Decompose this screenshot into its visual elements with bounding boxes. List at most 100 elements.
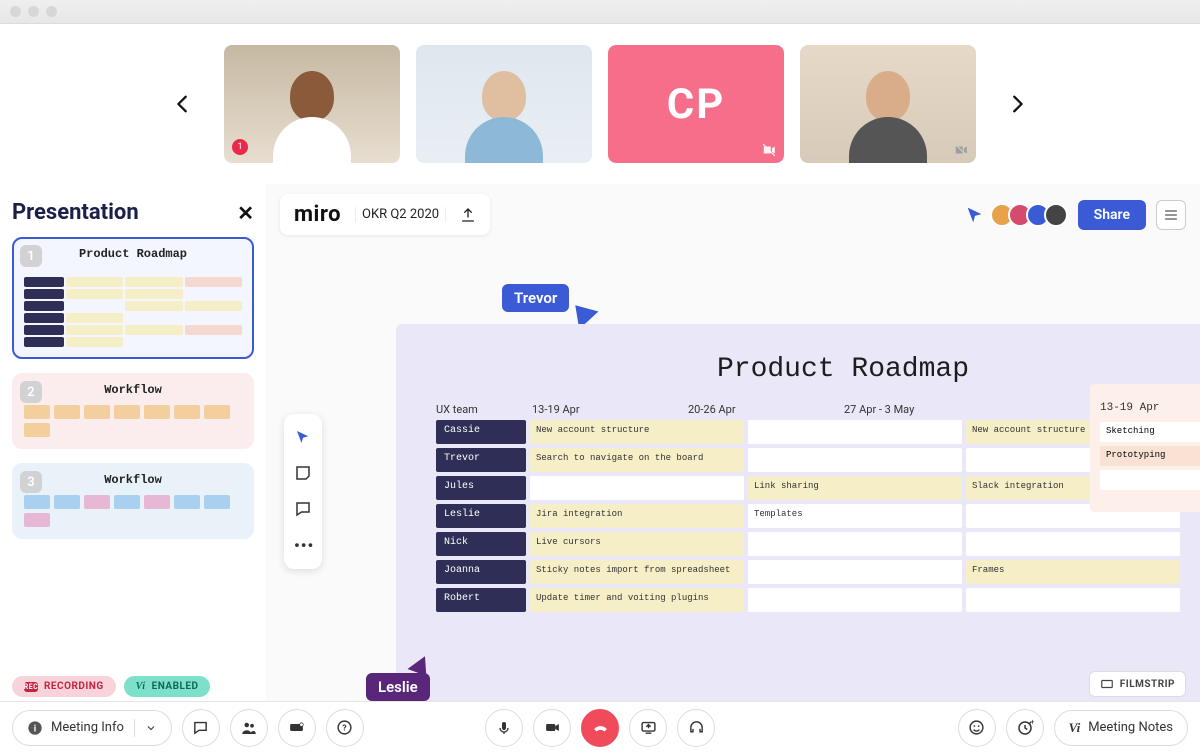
video-tile-4[interactable]	[800, 45, 976, 163]
roadmap-cell[interactable]	[530, 476, 744, 500]
video-next-button[interactable]	[992, 44, 1042, 164]
screenshare-button[interactable]	[629, 709, 667, 747]
more-tool[interactable]: •••	[294, 536, 312, 555]
camera-button[interactable]	[533, 709, 571, 747]
slide-thumbnails: 1 Product Roadmap 2 Workflow 3	[12, 237, 254, 701]
roadmap-cell[interactable]	[748, 420, 962, 444]
participants-button[interactable]	[230, 709, 268, 747]
meeting-notes-button[interactable]: Vi Meeting Notes	[1054, 710, 1188, 746]
video-prev-button[interactable]	[158, 44, 208, 164]
roadmap-cell[interactable]	[748, 532, 962, 556]
board-name-button[interactable]: OKR Q2 2020	[355, 207, 446, 222]
select-tool[interactable]	[294, 428, 312, 446]
vi-logo: Vi	[136, 681, 146, 692]
roadmap-cell[interactable]: Update timer and voiting plugins	[530, 588, 744, 612]
sidebar-title: Presentation	[12, 200, 139, 225]
side-frame-row	[1100, 470, 1200, 490]
member-name: Leslie	[436, 504, 526, 528]
side-frame-header: 13-19 Apr	[1100, 402, 1200, 414]
avatar	[1044, 203, 1068, 227]
headphones-button[interactable]	[677, 709, 715, 747]
traffic-light-close[interactable]	[10, 6, 21, 17]
recording-label: RECORDING	[44, 681, 104, 692]
meeting-notes-label: Meeting Notes	[1088, 720, 1173, 735]
cursor-follow-icon[interactable]	[964, 204, 986, 226]
slide-thumb-1[interactable]: 1 Product Roadmap	[12, 237, 254, 359]
slide-thumb-3[interactable]: 3 Workflow	[12, 463, 254, 539]
filmstrip-button[interactable]: FILMSTRIP	[1089, 671, 1186, 697]
roadmap-cell[interactable]: Frames	[966, 560, 1180, 584]
recording-badge[interactable]: REC RECORDING	[12, 676, 116, 697]
window-titlebar	[0, 0, 1200, 24]
user-cursor-leslie: Leslie	[366, 673, 430, 701]
member-name: Robert	[436, 588, 526, 612]
video-tile-2[interactable]	[416, 45, 592, 163]
reactions-button[interactable]	[958, 709, 996, 747]
roadmap-cell[interactable]: Jira integration	[530, 504, 744, 528]
roadmap-row: NickLive cursors	[436, 532, 1180, 556]
video-tile-placeholder[interactable]: CP	[608, 45, 784, 163]
apps-button[interactable]: +	[1006, 709, 1044, 747]
chat-button[interactable]	[182, 709, 220, 747]
vi-logo: Vi	[1069, 720, 1081, 736]
tile-badge: 1	[232, 139, 248, 155]
comment-tool[interactable]	[294, 500, 312, 518]
roadmap-cell[interactable]	[966, 532, 1180, 556]
roadmap-row: JoannaSticky notes import from spreadshe…	[436, 560, 1180, 584]
col-header: 27 Apr - 3 May	[844, 403, 994, 416]
rec-icon: REC	[24, 682, 38, 692]
side-frame-row: Sketching	[1100, 422, 1200, 442]
user-cursor-trevor: Trevor	[502, 284, 569, 312]
mic-button[interactable]	[485, 709, 523, 747]
filmstrip-label: FILMSTRIP	[1120, 679, 1175, 690]
end-call-button[interactable]	[581, 709, 619, 747]
slide-number: 3	[20, 471, 42, 493]
roadmap-cell[interactable]: Templates	[748, 504, 962, 528]
activity-icon[interactable]	[1156, 200, 1186, 230]
roadmap-row: TrevorSearch to navigate on the board	[436, 448, 1180, 472]
roadmap-cell[interactable]	[966, 588, 1180, 612]
workflow-frame-peek[interactable]: 13-19 Apr Sketching Prototyping	[1090, 384, 1200, 512]
miro-canvas[interactable]: miro OKR Q2 2020 Share	[266, 184, 1200, 701]
workspace: Presentation ✕ 1 Product Roadmap 2 W	[0, 184, 1200, 701]
roadmap-frame[interactable]: Product Roadmap UX team 13-19 Apr 20-26 …	[396, 324, 1200, 701]
miro-toolbox: •••	[284, 414, 322, 569]
export-icon[interactable]	[460, 207, 476, 223]
camera-off-icon	[954, 143, 968, 157]
member-name: Jules	[436, 476, 526, 500]
roadmap-cell[interactable]: Link sharing	[748, 476, 962, 500]
roadmap-cell[interactable]: New account structure	[530, 420, 744, 444]
roadmap-cell[interactable]: Sticky notes import from spreadsheet	[530, 560, 744, 584]
miro-logo[interactable]: miro	[294, 202, 341, 227]
video-tile-1[interactable]: 1	[224, 45, 400, 163]
share-button[interactable]: Share	[1078, 200, 1146, 230]
roadmap-cell[interactable]	[748, 588, 962, 612]
roadmap-cell[interactable]	[748, 560, 962, 584]
roadmap-row: CassieNew account structureNew account s…	[436, 420, 1180, 444]
meeting-info-label: Meeting Info	[51, 720, 124, 735]
avatar-stack[interactable]	[996, 203, 1068, 227]
meeting-info-button[interactable]: i Meeting Info	[12, 710, 172, 746]
roadmap-cell[interactable]: Live cursors	[530, 532, 744, 556]
layout-button[interactable]	[278, 709, 316, 747]
slide-title: Workflow	[24, 473, 242, 487]
close-sidebar-button[interactable]: ✕	[237, 201, 254, 225]
member-name: Trevor	[436, 448, 526, 472]
traffic-light-max[interactable]	[46, 6, 57, 17]
roadmap-row: LeslieJira integrationTemplates	[436, 504, 1180, 528]
presentation-sidebar: Presentation ✕ 1 Product Roadmap 2 W	[0, 184, 266, 701]
sticky-note-tool[interactable]	[294, 464, 312, 482]
slide-title: Workflow	[24, 383, 242, 397]
slide-thumb-2[interactable]: 2 Workflow	[12, 373, 254, 449]
vi-enabled-badge[interactable]: Vi ENABLED	[124, 676, 211, 697]
roadmap-cell[interactable]	[748, 448, 962, 472]
status-pills: REC RECORDING Vi ENABLED	[12, 676, 210, 697]
help-button[interactable]: ?	[326, 709, 364, 747]
board-top-controls: miro OKR Q2 2020 Share	[280, 194, 1186, 235]
svg-text:i: i	[34, 723, 36, 734]
roadmap-cell[interactable]: Search to navigate on the board	[530, 448, 744, 472]
traffic-light-min[interactable]	[28, 6, 39, 17]
svg-text:+: +	[1030, 719, 1034, 726]
col-header: 20-26 Apr	[688, 403, 838, 416]
board-collab-controls: Share	[964, 200, 1186, 230]
